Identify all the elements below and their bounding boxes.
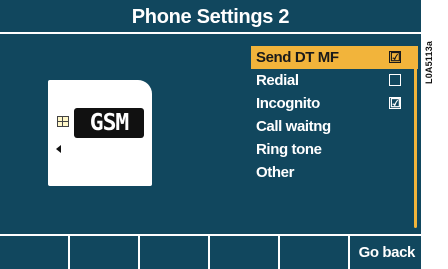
menu-item-send-dtmf[interactable]: Send DT MF ☑ xyxy=(251,46,418,69)
menu-item-ring-tone[interactable]: Ring tone xyxy=(251,138,411,161)
sim-card-icon: GSM xyxy=(48,80,152,186)
checkbox-redial[interactable] xyxy=(389,74,401,86)
content-area: GSM Send DT MF ☑ Redial Incognito ☑ Call… xyxy=(0,34,421,234)
card-notch-icon xyxy=(56,145,61,153)
figure-code-label: L0A5113a xyxy=(424,40,434,84)
softkey-5[interactable] xyxy=(280,236,348,269)
go-back-button[interactable]: Go back xyxy=(350,236,421,269)
menu-item-other[interactable]: Other xyxy=(251,161,411,184)
menu-item-label: Call waitng xyxy=(256,118,331,135)
softkey-1[interactable] xyxy=(0,236,68,269)
title-bar: Phone Settings 2 xyxy=(0,0,421,34)
menu-item-label: Incognito xyxy=(256,95,320,112)
softkey-4[interactable] xyxy=(210,236,278,269)
menu-item-label: Other xyxy=(256,164,295,181)
sim-chip-icon xyxy=(57,116,69,127)
menu-item-call-waiting[interactable]: Call waitng xyxy=(251,115,411,138)
softkey-2[interactable] xyxy=(70,236,138,269)
phone-screen: Phone Settings 2 GSM Send DT MF ☑ Redial… xyxy=(0,0,421,269)
checkbox-incognito[interactable]: ☑ xyxy=(389,97,401,109)
menu-item-redial[interactable]: Redial xyxy=(251,69,411,92)
menu-item-label: Ring tone xyxy=(256,141,322,158)
settings-menu: Send DT MF ☑ Redial Incognito ☑ Call wai… xyxy=(251,46,418,184)
checkbox-send-dtmf[interactable]: ☑ xyxy=(389,51,401,63)
softkey-bar: Go back xyxy=(0,236,421,269)
gsm-logo: GSM xyxy=(74,108,144,138)
menu-item-label: Send DT MF xyxy=(256,49,339,66)
scrollbar[interactable] xyxy=(414,48,417,228)
menu-item-incognito[interactable]: Incognito ☑ xyxy=(251,92,411,115)
softkey-3[interactable] xyxy=(140,236,208,269)
page-title: Phone Settings 2 xyxy=(131,6,290,28)
menu-item-label: Redial xyxy=(256,72,299,89)
